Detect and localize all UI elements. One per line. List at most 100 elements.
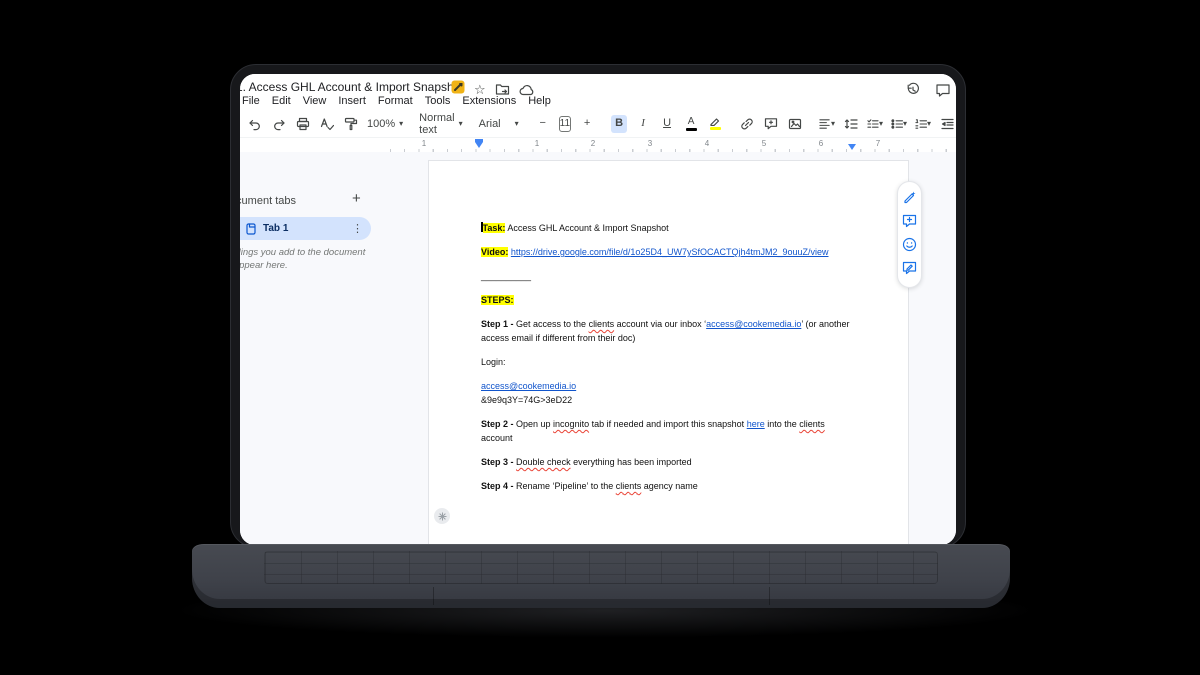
font-select[interactable]: Arial▾ [479,118,519,130]
doc-text: ’ (or another [801,319,849,329]
menu-help[interactable]: Help [528,95,551,107]
doc-paragraph[interactable]: __________ [481,269,852,283]
doc-paragraph[interactable]: Step 3 - Double check everything has bee… [481,455,852,469]
left-indent-marker[interactable] [475,142,483,148]
doc-paragraph[interactable]: &9e9q3Y=74G>3eD22 [481,393,852,407]
titlebar-right-icons [905,82,951,98]
doc-link[interactable]: access@cookemedia.io [706,319,801,329]
doc-text: __________ [481,271,531,281]
comments-icon[interactable] [935,83,951,98]
doc-link[interactable]: https://drive.google.com/file/d/1o25D4_U… [511,247,829,257]
doc-text: Double check [516,457,571,467]
doc-text: Login: [481,357,506,367]
align-button[interactable]: ▾ [819,115,835,133]
doc-link[interactable]: access@cookemedia.io [481,381,576,391]
document-canvas: Document tabs + Tab 1 ⋮ Headings you add… [240,152,956,545]
trackpad-seam [769,587,770,605]
doc-text: into the [765,419,800,429]
menu-tools[interactable]: Tools [425,95,451,107]
line-spacing-button[interactable] [843,115,859,133]
doc-paragraph[interactable]: STEPS: [481,293,852,307]
styles-select[interactable]: Normal text▾ [419,112,462,136]
tab-options-icon[interactable]: ⋮ [352,222,363,235]
doc-paragraph[interactable]: Step 1 - Get access to the clients accou… [481,317,852,345]
menu-bar: File Edit View Insert Format Tools Exten… [242,95,551,107]
menu-format[interactable]: Format [378,95,413,107]
doc-paragraph[interactable]: Task: Access GHL Account & Import Snapsh… [481,221,852,235]
doc-link[interactable]: here [747,419,765,429]
doc-text: Video: [481,247,508,257]
add-tab-button[interactable]: + [352,190,361,207]
menu-edit[interactable]: Edit [272,95,291,107]
doc-text: clients [616,481,642,491]
spellcheck-button[interactable] [319,115,335,133]
menu-insert[interactable]: Insert [338,95,366,107]
zoom-select[interactable]: 100%▾ [367,118,403,130]
numbered-list-button[interactable]: ▾ [915,115,931,133]
doc-text: Step 1 - [481,319,514,329]
print-button[interactable] [295,115,311,133]
laptop-screen: 1. Access GHL Account & Import Snapshot … [240,74,956,545]
doc-text: Step 3 - [481,457,514,467]
add-comment-button[interactable] [763,115,779,133]
underline-button[interactable]: U [659,115,675,133]
menu-extensions[interactable]: Extensions [462,95,516,107]
doc-text: Step 2 - [481,419,514,429]
laptop-mockup: 1. Access GHL Account & Import Snapshot … [0,0,1200,675]
undo-button[interactable] [247,115,263,133]
italic-button[interactable]: I [635,115,651,133]
decrease-indent-button[interactable] [939,115,955,133]
add-comment-float-icon[interactable] [902,214,917,228]
doc-text: account [481,433,513,443]
help-me-write-icon[interactable] [902,190,917,205]
doc-paragraph[interactable]: Video: https://drive.google.com/file/d/1… [481,245,852,259]
doc-paragraph[interactable]: Step 4 - Rename ‘Pipeline’ to the client… [481,479,852,493]
cloud-status-icon[interactable] [519,84,535,96]
paint-format-button[interactable] [343,115,359,133]
sidebar-hint: Headings you add to the document will ap… [240,246,398,272]
doc-text: access email if different from their doc… [481,333,635,343]
tab-icon [246,223,256,235]
doc-text: account via our inbox ‘ [614,319,706,329]
menu-file[interactable]: File [242,95,260,107]
doc-text: Open up [514,419,554,429]
trackpad-seam [433,587,434,605]
doc-text: everything has been imported [571,457,692,467]
suggest-edits-icon[interactable] [902,261,917,275]
text-color-button[interactable]: A [683,115,699,133]
decrease-font-size-button[interactable]: − [535,115,551,133]
checklist-button[interactable]: ▾ [867,115,883,133]
laptop-frame: 1. Access GHL Account & Import Snapshot … [230,64,966,548]
doc-paragraph[interactable]: Login: [481,355,852,369]
menu-view[interactable]: View [303,95,327,107]
bulleted-list-button[interactable]: ▾ [891,115,907,133]
doc-paragraph[interactable]: access@cookemedia.io [481,379,852,393]
version-history-icon[interactable] [905,82,921,98]
toolbar: 100%▾ Normal text▾ Arial▾ − 11 + B I U A [247,110,956,137]
sidebar-item-tab1[interactable]: Tab 1 ⋮ [240,217,371,240]
doc-text: clients [799,419,825,429]
redo-button[interactable] [271,115,287,133]
page-corner-icon[interactable] [434,508,450,524]
highlight-color-button[interactable] [707,115,723,133]
ruler-row: 1 1 2 3 4 5 6 7 [240,137,956,152]
font-size-value[interactable]: 11 [559,116,571,132]
emoji-reaction-icon[interactable] [902,237,917,252]
document-page[interactable]: Task: Access GHL Account & Import Snapsh… [428,160,909,545]
laptop-base [192,544,1010,608]
doc-title[interactable]: 1. Access GHL Account & Import Snapshot [240,80,464,94]
ruler: 1 1 2 3 4 5 6 7 [390,138,948,153]
doc-text: Task: [483,223,506,233]
doc-paragraph[interactable]: Step 2 - Open up incognito tab if needed… [481,417,852,445]
bold-button[interactable]: B [611,115,627,133]
insert-image-button[interactable] [787,115,803,133]
doc-text: STEPS: [481,295,514,305]
insert-link-button[interactable] [739,115,755,133]
doc-text: clients [589,319,615,329]
floating-edit-toolbar [897,181,922,288]
right-indent-marker[interactable] [848,144,856,150]
increase-font-size-button[interactable]: + [579,115,595,133]
doc-text: Step 4 - [481,481,514,491]
doc-text: agency name [641,481,698,491]
document-tabs-header: Document tabs [240,195,296,207]
